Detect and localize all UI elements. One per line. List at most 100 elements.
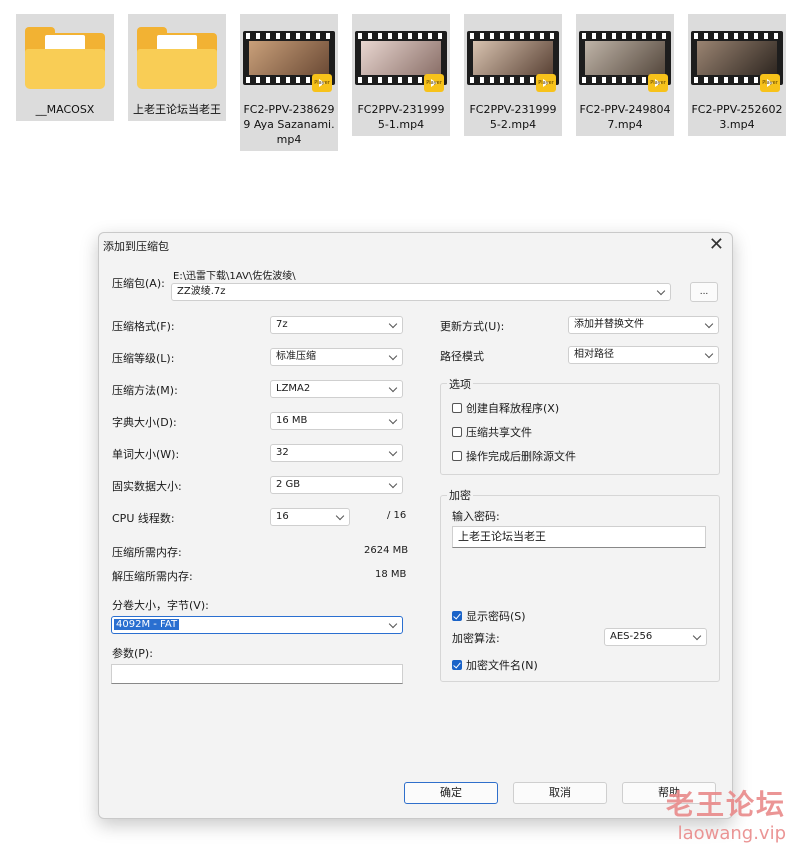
- update-mode-value: 添加并替换文件: [574, 319, 644, 330]
- update-mode-select[interactable]: 添加并替换文件: [568, 316, 719, 334]
- archive-name-combobox[interactable]: ZZ波绫.7z: [171, 283, 671, 301]
- folder-icon: [137, 27, 217, 89]
- encrypt-names-checkbox[interactable]: 加密文件名(N): [452, 657, 538, 673]
- format-value: 7z: [276, 319, 288, 330]
- method-select[interactable]: LZMA2: [270, 380, 403, 398]
- chevron-down-icon: [692, 631, 702, 641]
- solid-size-value: 2 GB: [276, 479, 301, 490]
- cpu-threads-total: / 16: [387, 510, 407, 521]
- cpu-threads-label: CPU 线程数:: [112, 512, 175, 525]
- word-size-select[interactable]: 32: [270, 444, 403, 462]
- file-name: FC2PPV-2319995-1.mp4: [357, 103, 445, 131]
- player-icon: Player: [536, 74, 556, 92]
- checkbox-checked: [452, 611, 462, 621]
- encryption-method-label: 加密算法:: [452, 632, 500, 645]
- password-value: 上老王论坛当老王: [458, 530, 546, 543]
- file-name: FC2-PPV-2498047.mp4: [579, 103, 671, 131]
- chevron-down-icon: [388, 351, 398, 361]
- dictionary-label: 字典大小(D):: [112, 416, 177, 429]
- checkbox-box: [452, 451, 462, 461]
- sfx-label: 创建自释放程序(X): [466, 402, 560, 415]
- volume-size-label: 分卷大小，字节(V):: [112, 599, 209, 612]
- player-icon: Player: [312, 74, 332, 92]
- dialog-titlebar: 添加到压缩包 ✕: [99, 233, 732, 257]
- file-tile-macosx[interactable]: __MACOSX: [16, 14, 114, 121]
- encryption-method-value: AES-256: [610, 631, 653, 642]
- chevron-down-icon: [388, 319, 398, 329]
- dialog-title: 添加到压缩包: [103, 240, 169, 253]
- chevron-down-icon: [704, 349, 714, 359]
- player-icon: Player: [760, 74, 780, 92]
- checkbox-box: [452, 427, 462, 437]
- chevron-down-icon: [388, 415, 398, 425]
- path-mode-value: 相对路径: [574, 349, 614, 360]
- solid-size-label: 固实数据大小:: [112, 480, 182, 493]
- file-name: FC2-PPV-2386299 Aya Sazanami.mp4: [243, 103, 335, 146]
- dictionary-select[interactable]: 16 MB: [270, 412, 403, 430]
- decompress-memory-value: 18 MB: [375, 569, 407, 580]
- player-icon: Player: [424, 74, 444, 92]
- show-password-label: 显示密码(S): [466, 610, 526, 623]
- cancel-button[interactable]: 取消: [513, 782, 607, 804]
- delete-after-checkbox[interactable]: 操作完成后删除源文件: [452, 448, 576, 464]
- encryption-method-select[interactable]: AES-256: [604, 628, 707, 646]
- chevron-down-icon: [388, 479, 398, 489]
- ok-button[interactable]: 确定: [404, 782, 498, 804]
- update-mode-label: 更新方式(U):: [440, 320, 505, 333]
- chevron-down-icon: [388, 447, 398, 457]
- level-value: 标准压缩: [276, 351, 316, 362]
- cpu-threads-select[interactable]: 16: [270, 508, 350, 526]
- format-label: 压缩格式(F):: [112, 320, 175, 333]
- sfx-checkbox[interactable]: 创建自释放程序(X): [452, 400, 559, 416]
- checkbox-box: [452, 403, 462, 413]
- file-name: __MACOSX: [35, 103, 95, 116]
- level-label: 压缩等级(L):: [112, 352, 175, 365]
- chevron-down-icon: [335, 511, 345, 521]
- word-size-value: 32: [276, 447, 289, 458]
- parameters-input[interactable]: [111, 664, 403, 684]
- file-name: FC2PPV-2319995-2.mp4: [469, 103, 557, 131]
- password-label: 输入密码:: [452, 510, 500, 523]
- compress-memory-label: 压缩所需内存:: [112, 546, 182, 559]
- file-name: 上老王论坛当老王: [133, 103, 221, 116]
- chevron-down-icon: [388, 619, 398, 629]
- chevron-down-icon: [704, 319, 714, 329]
- checkbox-checked: [452, 660, 462, 670]
- level-select[interactable]: 标准压缩: [270, 348, 403, 366]
- player-icon: Player: [648, 74, 668, 92]
- cpu-threads-value: 16: [276, 511, 289, 522]
- compress-memory-value: 2624 MB: [364, 545, 409, 556]
- volume-size-combobox[interactable]: 4092M - FAT: [111, 616, 403, 634]
- path-mode-select[interactable]: 相对路径: [568, 346, 719, 364]
- parameters-label: 参数(P):: [112, 647, 153, 660]
- method-value: LZMA2: [276, 383, 311, 394]
- method-label: 压缩方法(M):: [112, 384, 178, 397]
- options-title: 选项: [447, 376, 473, 392]
- browse-button[interactable]: ...: [690, 282, 718, 302]
- site-watermark: 老王论坛 laowang.vip: [666, 783, 786, 844]
- chevron-down-icon: [656, 286, 666, 296]
- file-tile-folder[interactable]: 上老王论坛当老王: [128, 14, 226, 121]
- decompress-memory-label: 解压缩所需内存:: [112, 570, 193, 583]
- file-tile-video[interactable]: Player FC2-PPV-2498047.mp4: [576, 14, 674, 136]
- archive-label: 压缩包(A):: [112, 277, 165, 290]
- file-tile-video[interactable]: Player FC2-PPV-2526023.mp4: [688, 14, 786, 136]
- format-select[interactable]: 7z: [270, 316, 403, 334]
- file-tile-video[interactable]: Player FC2PPV-2319995-1.mp4: [352, 14, 450, 136]
- encryption-title: 加密: [447, 487, 473, 503]
- file-tile-video[interactable]: Player FC2PPV-2319995-2.mp4: [464, 14, 562, 136]
- file-name: FC2-PPV-2526023.mp4: [691, 103, 783, 131]
- file-tile-video[interactable]: Player FC2-PPV-2386299 Aya Sazanami.mp4: [240, 14, 338, 151]
- add-to-archive-dialog: 添加到压缩包 ✕ 压缩包(A): E:\迅雷下载\1AV\佐佐波绫\ ZZ波绫.…: [98, 232, 733, 819]
- encrypt-names-label: 加密文件名(N): [466, 659, 538, 672]
- archive-name-value: ZZ波绫.7z: [177, 286, 226, 297]
- path-mode-label: 路径模式: [440, 350, 484, 363]
- watermark-title: 老王论坛: [665, 788, 786, 821]
- password-input[interactable]: 上老王论坛当老王: [452, 526, 706, 548]
- close-icon[interactable]: ✕: [709, 234, 724, 255]
- shared-files-label: 压缩共享文件: [466, 426, 532, 439]
- word-size-label: 单词大小(W):: [112, 448, 180, 461]
- solid-size-select[interactable]: 2 GB: [270, 476, 403, 494]
- shared-files-checkbox[interactable]: 压缩共享文件: [452, 424, 532, 440]
- show-password-checkbox[interactable]: 显示密码(S): [452, 608, 526, 624]
